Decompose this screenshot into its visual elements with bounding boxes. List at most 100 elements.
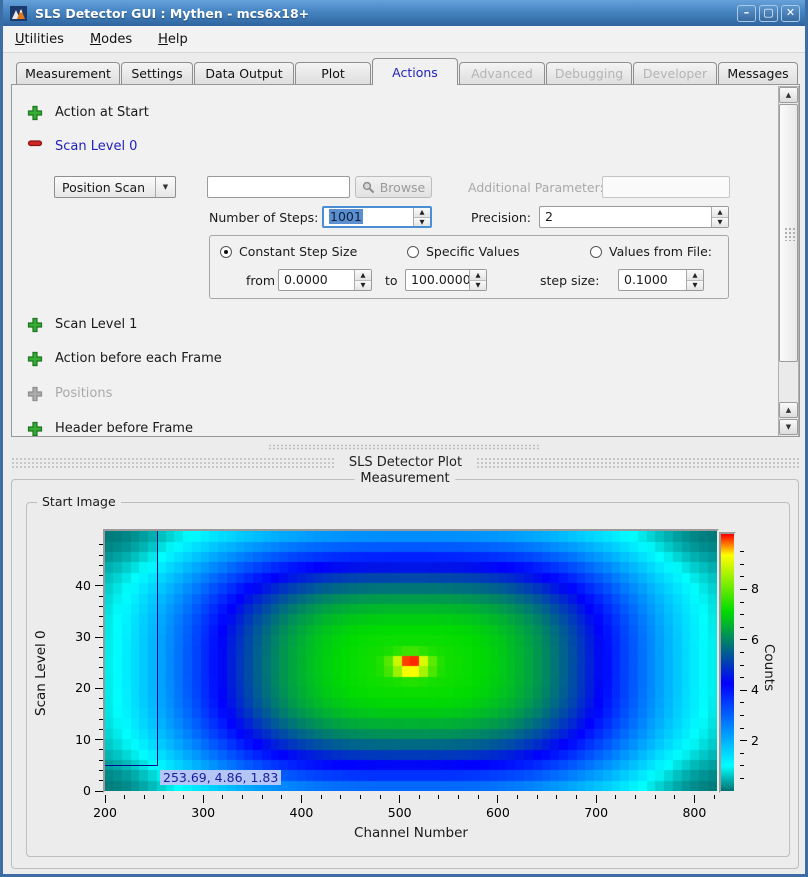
x-major-tick	[497, 795, 498, 803]
scan-level-1-label[interactable]: Scan Level 1	[55, 317, 137, 332]
arrow-up-icon: ▲	[786, 406, 791, 414]
colorbar-major-tick	[740, 690, 747, 691]
action-at-start-label[interactable]: Action at Start	[55, 105, 149, 120]
scan-level-0-label[interactable]: Scan Level 0	[55, 139, 137, 154]
colorbar-minor-tick	[740, 677, 744, 678]
colorbar-minor-tick	[740, 778, 744, 779]
minimize-button[interactable]: –	[737, 5, 756, 22]
colorbar-tick-label: 6	[751, 632, 769, 647]
expand-plus-icon[interactable]	[27, 317, 43, 333]
browse-button: Browse	[355, 176, 432, 198]
tab-plot[interactable]: Plot	[295, 62, 371, 84]
colorbar	[719, 532, 736, 793]
header-before-frame-label[interactable]: Header before Frame	[55, 421, 193, 436]
spin-up-icon[interactable]: ▲	[414, 208, 430, 218]
number-of-steps-spinbox[interactable]: 1001 ▲▼	[322, 206, 432, 228]
y-minor-tick	[99, 647, 103, 648]
radio-dot-icon[interactable]	[407, 246, 419, 258]
spin-down-icon[interactable]: ▼	[712, 218, 728, 228]
start-image-groupbox: Start Image Scan Level 0 253.69, 4.86, 1…	[26, 502, 790, 857]
spin-up-icon[interactable]: ▲	[687, 270, 703, 281]
step-size-value[interactable]: 0.1000	[619, 270, 686, 290]
collapse-minus-icon[interactable]	[27, 135, 43, 151]
y-minor-tick	[99, 575, 103, 576]
radio-dot-icon[interactable]	[220, 246, 232, 258]
tab-data-output[interactable]: Data Output	[194, 62, 294, 84]
expand-plus-icon[interactable]	[27, 421, 43, 437]
scan-script-input[interactable]	[207, 176, 350, 198]
colorbar-minor-tick	[740, 564, 744, 565]
y-minor-tick	[99, 606, 103, 607]
colorbar-minor-tick	[740, 728, 744, 729]
from-spinbox[interactable]: 0.0000 ▲▼	[278, 269, 372, 291]
spin-up-icon[interactable]: ▲	[712, 207, 728, 218]
y-minor-tick	[99, 760, 103, 761]
x-minor-tick	[556, 795, 557, 799]
scroll-up-button[interactable]: ▲	[779, 87, 798, 103]
x-minor-tick	[478, 795, 479, 799]
spin-down-icon[interactable]: ▼	[687, 281, 703, 291]
scroll-down-button[interactable]: ▼	[779, 419, 798, 435]
x-minor-tick	[183, 795, 184, 799]
splitter-handle[interactable]	[268, 444, 540, 450]
tab-bar: Measurement Settings Data Output Plot Ac…	[16, 58, 799, 84]
x-tick-label: 700	[576, 805, 616, 820]
precision-spinbox[interactable]: 2 ▲▼	[539, 206, 729, 228]
to-spinbox[interactable]: 100.0000 ▲▼	[405, 269, 487, 291]
radio-constant-step-size[interactable]: Constant Step Size	[220, 244, 357, 259]
to-value[interactable]: 100.0000	[406, 270, 469, 290]
colorbar-major-tick	[740, 589, 747, 590]
spin-down-icon[interactable]: ▼	[414, 218, 430, 227]
y-tick-label: 0	[63, 783, 91, 798]
y-minor-tick	[99, 555, 103, 556]
scroll-up-button-2[interactable]: ▲	[779, 402, 798, 418]
maximize-button[interactable]: ▢	[759, 5, 778, 22]
close-button[interactable]: ✕	[781, 5, 800, 22]
radio-specific-values[interactable]: Specific Values	[407, 244, 519, 259]
expand-plus-icon[interactable]	[27, 105, 43, 121]
spin-up-icon[interactable]: ▲	[355, 270, 371, 281]
tab-developer: Developer	[633, 62, 717, 84]
x-minor-tick	[380, 795, 381, 799]
heatmap-canvas[interactable]	[105, 531, 717, 791]
x-minor-tick	[340, 795, 341, 799]
plot-area[interactable]: 253.69, 4.86, 1.83	[103, 529, 719, 793]
radio-specific-label: Specific Values	[426, 244, 519, 259]
plot-dock-titlebar[interactable]: SLS Detector Plot	[11, 452, 800, 472]
expand-plus-icon[interactable]	[27, 351, 43, 367]
scrollbar-thumb[interactable]	[779, 104, 798, 362]
menu-modes[interactable]: Modes	[90, 32, 132, 47]
tab-settings[interactable]: Settings	[121, 62, 193, 84]
tab-messages[interactable]: Messages	[718, 62, 798, 84]
from-value[interactable]: 0.0000	[279, 270, 354, 290]
action-before-frame-label[interactable]: Action before each Frame	[55, 351, 222, 366]
precision-value[interactable]: 2	[540, 207, 711, 227]
tab-measurement[interactable]: Measurement	[16, 62, 120, 84]
x-minor-tick	[262, 795, 263, 799]
x-minor-tick	[321, 795, 322, 799]
vertical-scrollbar[interactable]: ▲ ▲ ▼	[778, 86, 799, 437]
spin-down-icon[interactable]: ▼	[470, 281, 486, 291]
y-minor-tick	[99, 596, 103, 597]
expand-plus-icon-disabled	[27, 386, 43, 402]
spin-down-icon[interactable]: ▼	[355, 281, 371, 291]
number-of-steps-value[interactable]: 1001	[329, 209, 363, 224]
x-major-tick	[105, 795, 106, 803]
tab-actions[interactable]: Actions	[372, 58, 458, 85]
spin-up-icon[interactable]: ▲	[470, 270, 486, 281]
x-tick-label: 300	[183, 805, 223, 820]
colorbar-tick-label: 8	[751, 581, 769, 596]
y-minor-tick	[99, 729, 103, 730]
step-size-spinbox[interactable]: 0.1000 ▲▼	[618, 269, 704, 291]
x-minor-tick	[458, 795, 459, 799]
chevron-down-icon[interactable]: ▼	[155, 177, 175, 197]
scan-mode-select[interactable]: Position Scan ▼	[54, 176, 176, 198]
y-minor-tick	[99, 719, 103, 720]
x-tick-label: 500	[380, 805, 420, 820]
radio-dot-icon[interactable]	[590, 246, 602, 258]
menu-help[interactable]: Help	[158, 32, 188, 47]
dock-hatch	[476, 457, 800, 468]
radio-values-from-file[interactable]: Values from File:	[590, 244, 712, 259]
menu-utilities[interactable]: Utilities	[15, 32, 64, 47]
title-bar[interactable]: SLS Detector GUI : Mythen - mcs6x18+ – ▢…	[0, 0, 808, 26]
